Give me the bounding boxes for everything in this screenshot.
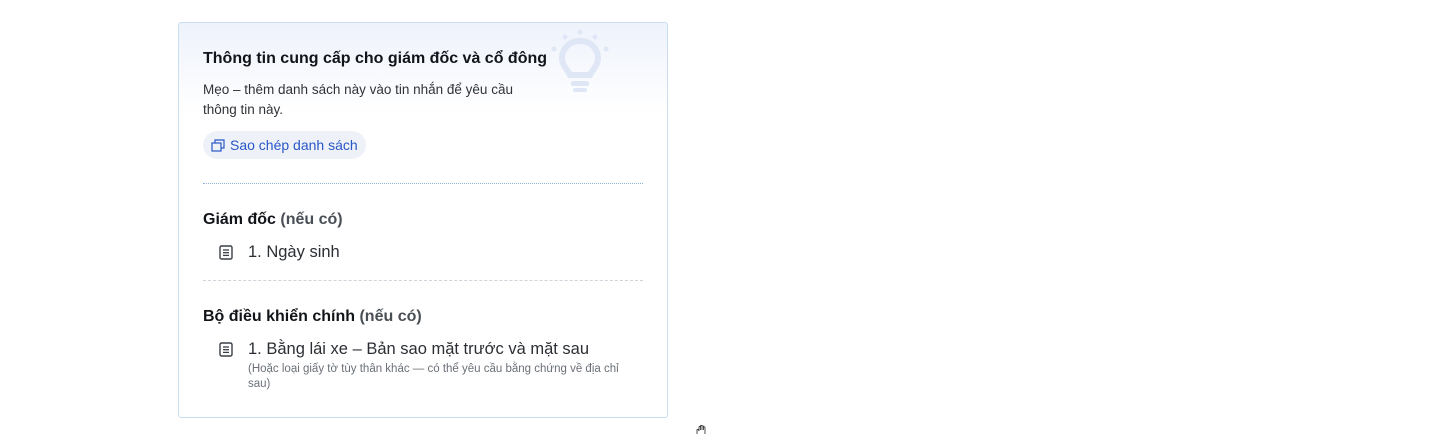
section-title-main-controller: Bộ điều khiển chính (nếu có) bbox=[203, 308, 422, 326]
divider bbox=[203, 183, 643, 184]
section-title-note: (nếu có) bbox=[280, 211, 343, 228]
divider bbox=[203, 280, 643, 281]
hand-cursor-icon bbox=[696, 424, 706, 434]
info-card: Thông tin cung cấp cho giám đốc và cổ đô… bbox=[178, 22, 668, 418]
list-item: 1. Bằng lái xe – Bản sao mặt trước và mặ… bbox=[219, 339, 633, 392]
section-title-label: Giám đốc bbox=[203, 211, 276, 228]
lightbulb-icon bbox=[551, 29, 609, 92]
page: Thông tin cung cấp cho giám đốc và cổ đô… bbox=[0, 0, 1429, 434]
list-item-subtext: (Hoặc loại giấy tờ tùy thân khác — có th… bbox=[248, 363, 619, 390]
list-item-text: 1. Ngày sinh bbox=[248, 243, 340, 261]
section-title-note: (nếu có) bbox=[359, 308, 422, 325]
card-title: Thông tin cung cấp cho giám đốc và cổ đô… bbox=[203, 50, 548, 67]
list-item: 1. Ngày sinh bbox=[219, 242, 340, 262]
document-icon bbox=[219, 245, 233, 260]
document-icon bbox=[219, 342, 233, 357]
list-item-text: 1. Bằng lái xe – Bản sao mặt trước và mặ… bbox=[248, 340, 590, 358]
tip-text: Mẹo – thêm danh sách này vào tin nhắn để… bbox=[203, 82, 513, 117]
copy-list-button[interactable]: Sao chép danh sách bbox=[203, 131, 366, 159]
section-title-directors: Giám đốc (nếu có) bbox=[203, 211, 343, 229]
section-title-label: Bộ điều khiển chính bbox=[203, 308, 356, 325]
copy-list-label: Sao chép danh sách bbox=[230, 137, 358, 153]
copy-icon bbox=[211, 138, 225, 152]
